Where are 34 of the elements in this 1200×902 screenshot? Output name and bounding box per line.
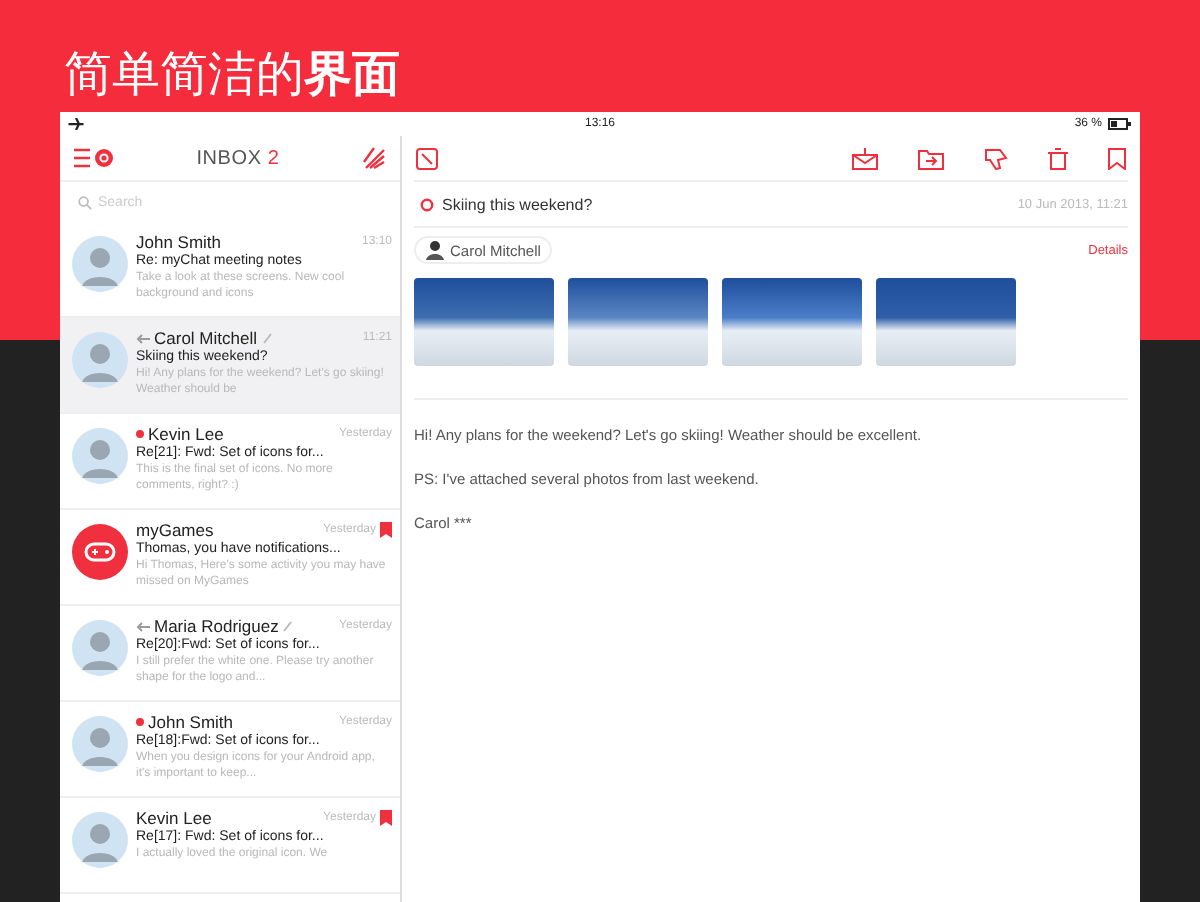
avatar xyxy=(72,332,128,388)
sender-name: Kevin Lee xyxy=(136,808,212,828)
photo-placeholder[interactable] xyxy=(414,278,554,366)
search-icon xyxy=(78,195,92,209)
sender-name: Kevin Lee xyxy=(148,424,224,444)
headline: 简单简洁的界面 xyxy=(62,44,402,106)
thumbs-down-button[interactable] xyxy=(982,145,1010,171)
sender-name: Carol Mitchell xyxy=(154,328,257,348)
avatar xyxy=(72,716,128,772)
photo-placeholder[interactable] xyxy=(876,278,1016,366)
avatar xyxy=(72,236,128,292)
photo-placeholder[interactable] xyxy=(722,278,862,366)
expand-button[interactable] xyxy=(414,145,440,171)
avatar-icon xyxy=(426,240,444,260)
battery-icon xyxy=(1108,118,1132,130)
avatar xyxy=(72,620,128,676)
message-subject-title: Skiing this weekend? xyxy=(442,195,593,213)
bookmark-button[interactable] xyxy=(1106,145,1128,171)
sender-name: John Smith xyxy=(136,232,222,252)
sender-name: myGames xyxy=(136,520,214,540)
inbox-title: INBOX 2 xyxy=(196,147,280,169)
mail-button[interactable] xyxy=(850,145,880,171)
avatar xyxy=(72,428,128,484)
avatar xyxy=(72,812,128,868)
airplane-icon xyxy=(68,118,84,130)
sender-name: Maria Rodriguez xyxy=(154,616,279,636)
compose-button[interactable] xyxy=(359,144,388,172)
status-circle-icon xyxy=(420,197,434,211)
move-folder-button[interactable] xyxy=(916,145,946,171)
trash-button[interactable] xyxy=(1046,145,1070,171)
menu-button[interactable] xyxy=(72,146,116,170)
sender-name: John Smith xyxy=(148,712,234,732)
photo-placeholder[interactable] xyxy=(568,278,708,366)
gamepad-icon xyxy=(72,524,128,580)
